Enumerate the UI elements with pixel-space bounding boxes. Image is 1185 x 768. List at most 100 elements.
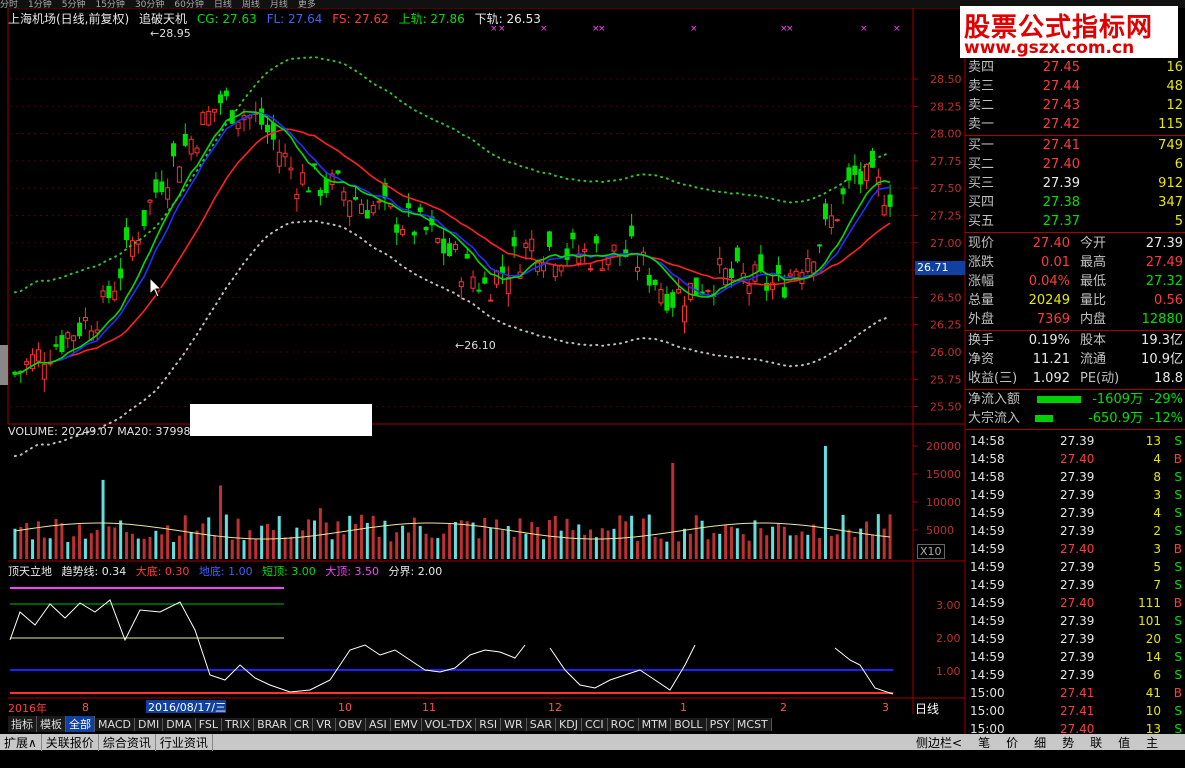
date-label: 1 <box>680 701 687 714</box>
quote-panel: 卖四 27.45 16 卖三 27.44 48 卖二 27.43 12 卖一 27.42 115 买一 2… <box>965 58 1185 736</box>
year-label: 2016年 <box>8 702 47 715</box>
quote-value: 0.01 <box>1041 255 1070 270</box>
volume-bar <box>729 526 733 559</box>
bottom-tab[interactable]: 扩展∧ <box>0 734 42 751</box>
tab-item[interactable]: 全部 <box>66 716 95 732</box>
period-item[interactable]: 更多 <box>298 0 316 8</box>
price-axis-label: 28.00 <box>930 128 962 141</box>
tab-item[interactable]: ASI <box>365 718 391 731</box>
tick-time: 14:59 <box>970 506 1005 520</box>
tick-side: S <box>1174 506 1182 520</box>
tab-item[interactable]: ROC <box>607 718 639 731</box>
volume-bar <box>624 521 628 559</box>
tab-item[interactable]: KDJ <box>556 718 582 731</box>
side-tab[interactable]: 侧边栏< <box>912 734 966 751</box>
candle-body <box>65 332 71 339</box>
period-item[interactable]: 5分钟 <box>62 0 86 8</box>
order-volume: 6 <box>1174 157 1183 172</box>
tab-item[interactable]: TRIX <box>221 718 255 731</box>
candle-body <box>447 243 453 257</box>
period-item[interactable]: 周线 <box>242 0 260 8</box>
tick-row: 14:59 27.39 6 S <box>968 666 1183 684</box>
period-item[interactable]: 1分钟 <box>28 0 52 8</box>
candle-body <box>781 287 787 298</box>
tick-side: S <box>1174 524 1182 538</box>
tab-item[interactable]: CCI <box>581 718 608 731</box>
tick-time: 14:59 <box>970 542 1005 556</box>
tick-row: 15:00 27.40 13 S <box>968 720 1183 738</box>
candle-body <box>400 229 406 235</box>
signal-mark: × <box>786 24 794 34</box>
tab-item[interactable]: DMA <box>163 718 196 731</box>
volume-bar <box>48 538 52 559</box>
quote-label: 换手 <box>968 333 995 348</box>
tab-item[interactable]: 模板 <box>37 716 66 732</box>
volume-bar <box>477 538 481 559</box>
price-axis-label: 27.50 <box>930 182 962 195</box>
volume-bar <box>847 529 851 559</box>
tab-item[interactable]: SAR <box>526 718 557 731</box>
candle-body <box>840 188 846 195</box>
tab-item[interactable]: MCST <box>733 718 772 731</box>
price-axis-label: 25.50 <box>930 401 962 414</box>
tab-item[interactable]: MACD <box>95 718 135 731</box>
period-label[interactable]: 日线 <box>915 700 939 717</box>
period-item[interactable]: 60分钟 <box>174 0 203 8</box>
tab-item[interactable]: MTM <box>638 718 672 731</box>
tab-item[interactable]: RSI <box>476 718 502 731</box>
side-collapse-handle[interactable] <box>0 345 8 385</box>
quote-value: 0.19% <box>1028 333 1070 348</box>
tab-item[interactable]: FSL <box>195 718 222 731</box>
order-book-row: 卖一 27.42 115 <box>965 115 1185 134</box>
candle-body <box>347 200 353 217</box>
legend-upper: 上轨: 27.86 <box>398 12 465 26</box>
candle-body <box>288 167 294 171</box>
volume-bar <box>765 535 769 559</box>
tab-item[interactable]: VOL-TDX <box>421 718 477 731</box>
flow-pct: -29% <box>1149 392 1183 407</box>
tab-item[interactable]: BOLL <box>671 718 707 731</box>
separator <box>965 232 1185 233</box>
candle-body <box>235 121 241 130</box>
tab-item[interactable]: OBV <box>335 718 366 731</box>
tab-item[interactable]: WR <box>501 718 527 731</box>
volume-bar <box>829 536 833 559</box>
candle-body <box>405 203 411 209</box>
period-item[interactable]: 分时 <box>0 0 18 8</box>
tab-item[interactable]: 指标 <box>8 716 37 732</box>
order-price: 27.37 <box>1042 214 1080 229</box>
order-label: 卖一 <box>968 117 995 132</box>
tick-time: 14:59 <box>970 632 1005 646</box>
tab-item[interactable]: PSY <box>706 718 734 731</box>
volume-bar <box>395 532 399 559</box>
period-item[interactable]: 日线 <box>214 0 232 8</box>
order-label: 买二 <box>968 157 995 172</box>
tab-item[interactable]: CR <box>291 718 314 731</box>
order-volume: 912 <box>1158 176 1183 191</box>
tab-item[interactable]: BRAR <box>254 718 292 731</box>
candle-body <box>658 289 664 304</box>
period-item[interactable]: 30分钟 <box>135 0 164 8</box>
period-item[interactable]: 月线 <box>270 0 288 8</box>
tick-price: 27.40 <box>1060 542 1095 556</box>
bottom-bar[interactable]: 扩展∧ 关联报价 综合资讯 行业资讯 <box>0 734 960 751</box>
volume-bar <box>594 537 598 559</box>
bottom-tab[interactable]: 行业资讯 <box>156 734 213 751</box>
volume-bar <box>694 515 698 559</box>
volume-bar <box>371 515 375 559</box>
flow-label: 净流入额 <box>968 392 1021 407</box>
date-label: 11 <box>422 701 436 714</box>
indicator-tabs[interactable]: 指标 模板 全部 MACD DMI DMA FSL TRIX BRAR CR VR OBV ASI EMV… <box>8 716 772 732</box>
period-item[interactable]: 15分钟 <box>95 0 124 8</box>
bottom-tab[interactable]: 综合资讯 <box>99 734 156 751</box>
tick-row: 14:59 27.39 101 S <box>968 612 1183 630</box>
volume-axis-label: 20000 <box>926 440 961 453</box>
stock-name: 上海机场(日线,前复权) <box>8 12 130 26</box>
tab-item[interactable]: VR <box>313 718 336 731</box>
volume-bar <box>841 514 845 559</box>
tab-item[interactable]: DMI <box>134 718 164 731</box>
volume-bar <box>659 538 663 559</box>
bottom-tab[interactable]: 关联报价 <box>42 734 99 751</box>
side-tab[interactable]: 筹 <box>912 751 932 768</box>
tab-item[interactable]: EMV <box>390 718 422 731</box>
